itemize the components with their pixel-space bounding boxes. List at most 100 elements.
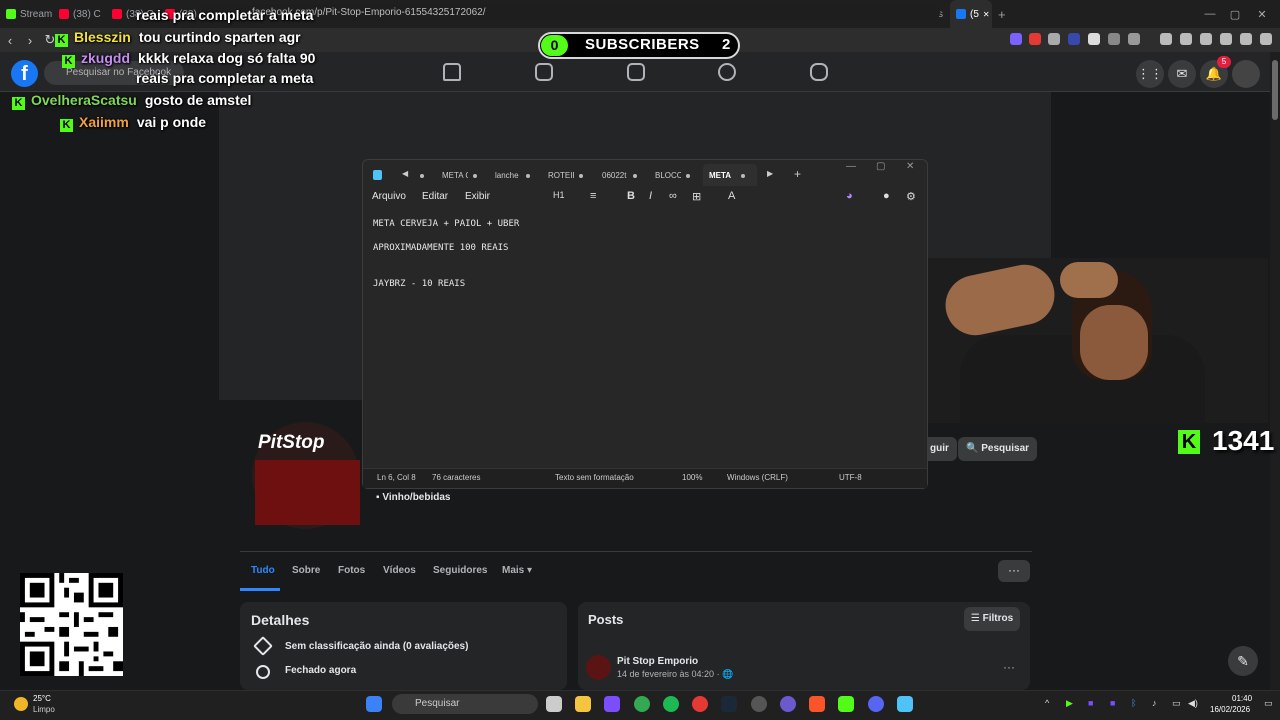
extension-icon[interactable] bbox=[1029, 33, 1041, 45]
clear-format-icon[interactable]: A bbox=[728, 190, 735, 202]
obs-icon[interactable] bbox=[751, 696, 767, 712]
groups-icon[interactable] bbox=[718, 63, 736, 81]
tray-app-icon[interactable]: ■ bbox=[1088, 698, 1093, 708]
network-icon[interactable]: ▭ bbox=[1172, 698, 1181, 709]
shield-icon[interactable] bbox=[1240, 33, 1252, 45]
extension-icon[interactable] bbox=[1088, 33, 1100, 45]
volume-icon[interactable]: ◀) bbox=[1188, 698, 1198, 709]
notepad-tab[interactable]: META bbox=[709, 169, 735, 183]
tab-seguidores[interactable]: Seguidores bbox=[433, 565, 487, 576]
notepad-tab[interactable]: META C bbox=[442, 169, 468, 183]
taskbar-search[interactable]: Pesquisar bbox=[392, 694, 538, 714]
page-search-button[interactable]: 🔍 Pesquisar bbox=[958, 437, 1038, 461]
link-icon[interactable]: ∞ bbox=[669, 190, 677, 202]
app-grid-icon[interactable] bbox=[604, 696, 620, 712]
facebook-logo[interactable]: f bbox=[11, 60, 38, 87]
spotify-icon[interactable] bbox=[663, 696, 679, 712]
menu-grid-icon[interactable]: ⋮⋮ bbox=[1136, 60, 1164, 88]
app-icon[interactable] bbox=[780, 696, 796, 712]
home-icon[interactable] bbox=[443, 63, 461, 81]
extension-icon[interactable] bbox=[1068, 33, 1080, 45]
more-options-button[interactable]: ··· bbox=[998, 560, 1030, 582]
menu-icon[interactable] bbox=[1260, 33, 1272, 45]
brave-icon[interactable] bbox=[809, 696, 825, 712]
notepad-minimize-icon[interactable]: — bbox=[846, 161, 856, 172]
profile-avatar[interactable] bbox=[1232, 60, 1260, 88]
puzzle-icon[interactable] bbox=[1108, 33, 1120, 45]
status-encoding[interactable]: UTF-8 bbox=[839, 473, 862, 482]
filter-button[interactable]: ☰ Filtros bbox=[964, 607, 1020, 631]
tab-tudo[interactable]: Tudo bbox=[251, 565, 275, 576]
wallet-icon[interactable] bbox=[1200, 33, 1212, 45]
forward-icon[interactable]: › bbox=[20, 33, 40, 48]
new-tab-icon[interactable]: + bbox=[794, 167, 801, 181]
post-date[interactable]: 14 de fevereiro às 04:20 · 🌐 bbox=[617, 669, 733, 680]
browser-tab[interactable]: (5 ✕ bbox=[950, 0, 992, 28]
music-icon[interactable] bbox=[1160, 33, 1172, 45]
notepad-text-area[interactable]: META CERVEJA + PAIOL + UBER APROXIMADAME… bbox=[373, 218, 519, 290]
chrome-icon[interactable] bbox=[634, 696, 650, 712]
notepad-tab[interactable]: 06022t bbox=[602, 169, 628, 183]
menu-exibir[interactable]: Exibir bbox=[465, 191, 490, 202]
post-author-name[interactable]: Pit Stop Emporio bbox=[617, 656, 698, 667]
weather-condition[interactable]: Limpo bbox=[33, 705, 55, 714]
tab-scroll-left-icon[interactable]: ◀ bbox=[402, 169, 408, 178]
task-view-icon[interactable] bbox=[546, 696, 562, 712]
post-author-avatar[interactable] bbox=[586, 655, 611, 680]
menu-editar[interactable]: Editar bbox=[422, 191, 448, 202]
notepad-maximize-icon[interactable]: ▢ bbox=[876, 161, 885, 172]
status-zoom[interactable]: 100% bbox=[682, 473, 702, 482]
tray-chevron-icon[interactable]: ^ bbox=[1045, 698, 1049, 708]
notepad-taskbar-icon[interactable] bbox=[897, 696, 913, 712]
edit-icon[interactable]: ✎ bbox=[1228, 646, 1258, 676]
notepad-tab[interactable]: ROTEIR bbox=[548, 169, 574, 183]
weather-temp[interactable]: 25°C bbox=[33, 694, 51, 703]
heading-dropdown[interactable]: H1 bbox=[553, 190, 565, 200]
messenger-icon[interactable]: ✉ bbox=[1168, 60, 1196, 88]
leo-icon[interactable] bbox=[1220, 33, 1232, 45]
kick-app-icon[interactable] bbox=[838, 696, 854, 712]
marketplace-icon[interactable] bbox=[627, 63, 645, 81]
clock-date[interactable]: 16/02/2026 bbox=[1210, 705, 1250, 714]
list-icon[interactable]: ≡ bbox=[590, 190, 596, 202]
menu-arquivo[interactable]: Arquivo bbox=[372, 191, 406, 202]
italic-icon[interactable]: I bbox=[649, 190, 652, 202]
moon-weather-icon[interactable] bbox=[14, 697, 28, 711]
tab-scroll-right-icon[interactable]: ▶ bbox=[767, 169, 773, 178]
windows-start-icon[interactable] bbox=[366, 696, 382, 712]
tab-videos[interactable]: Vídeos bbox=[383, 565, 416, 576]
back-icon[interactable]: ‹ bbox=[0, 33, 20, 48]
scrollbar[interactable] bbox=[1270, 52, 1280, 690]
new-browser-tab-button[interactable]: + bbox=[992, 0, 1012, 28]
account-icon[interactable]: ● bbox=[883, 190, 890, 202]
discord-icon[interactable] bbox=[868, 696, 884, 712]
extension-icon[interactable] bbox=[1128, 33, 1140, 45]
tab-fotos[interactable]: Fotos bbox=[338, 565, 365, 576]
tray-app-icon[interactable]: ■ bbox=[1110, 698, 1115, 708]
copilot-icon[interactable]: ◕ bbox=[846, 190, 853, 202]
extension-icon[interactable] bbox=[1048, 33, 1060, 45]
tab-sobre[interactable]: Sobre bbox=[292, 565, 320, 576]
scrollbar-thumb[interactable] bbox=[1272, 60, 1278, 120]
browser-tab[interactable]: (38) C bbox=[53, 0, 106, 28]
clock-time[interactable]: 01:40 bbox=[1232, 694, 1252, 703]
table-icon[interactable]: ⊞ bbox=[692, 190, 701, 203]
status-line-ending[interactable]: Windows (CRLF) bbox=[727, 473, 788, 482]
microphone-icon[interactable]: ♪ bbox=[1152, 698, 1157, 708]
notepad-tab[interactable]: BLOCC bbox=[655, 169, 681, 183]
gaming-icon[interactable] bbox=[810, 63, 828, 81]
tab-mais[interactable]: Mais ▾ bbox=[502, 565, 532, 576]
steam-icon[interactable] bbox=[721, 696, 737, 712]
settings-gear-icon[interactable]: ⚙ bbox=[906, 190, 916, 203]
post-options-icon[interactable]: ··· bbox=[1003, 660, 1015, 674]
notification-center-icon[interactable]: ▭ bbox=[1264, 698, 1273, 709]
browser-tab[interactable]: Stream bbox=[0, 0, 53, 28]
bold-icon[interactable]: B bbox=[627, 190, 635, 202]
opera-icon[interactable] bbox=[692, 696, 708, 712]
tab-close-icon[interactable]: ✕ bbox=[983, 10, 990, 19]
tray-app-icon[interactable]: ▶ bbox=[1066, 698, 1073, 709]
notepad-close-icon[interactable]: ✕ bbox=[906, 161, 914, 172]
reels-icon[interactable] bbox=[535, 63, 553, 81]
notepad-tab[interactable]: lanche bbox=[495, 169, 521, 183]
file-explorer-icon[interactable] bbox=[575, 696, 591, 712]
